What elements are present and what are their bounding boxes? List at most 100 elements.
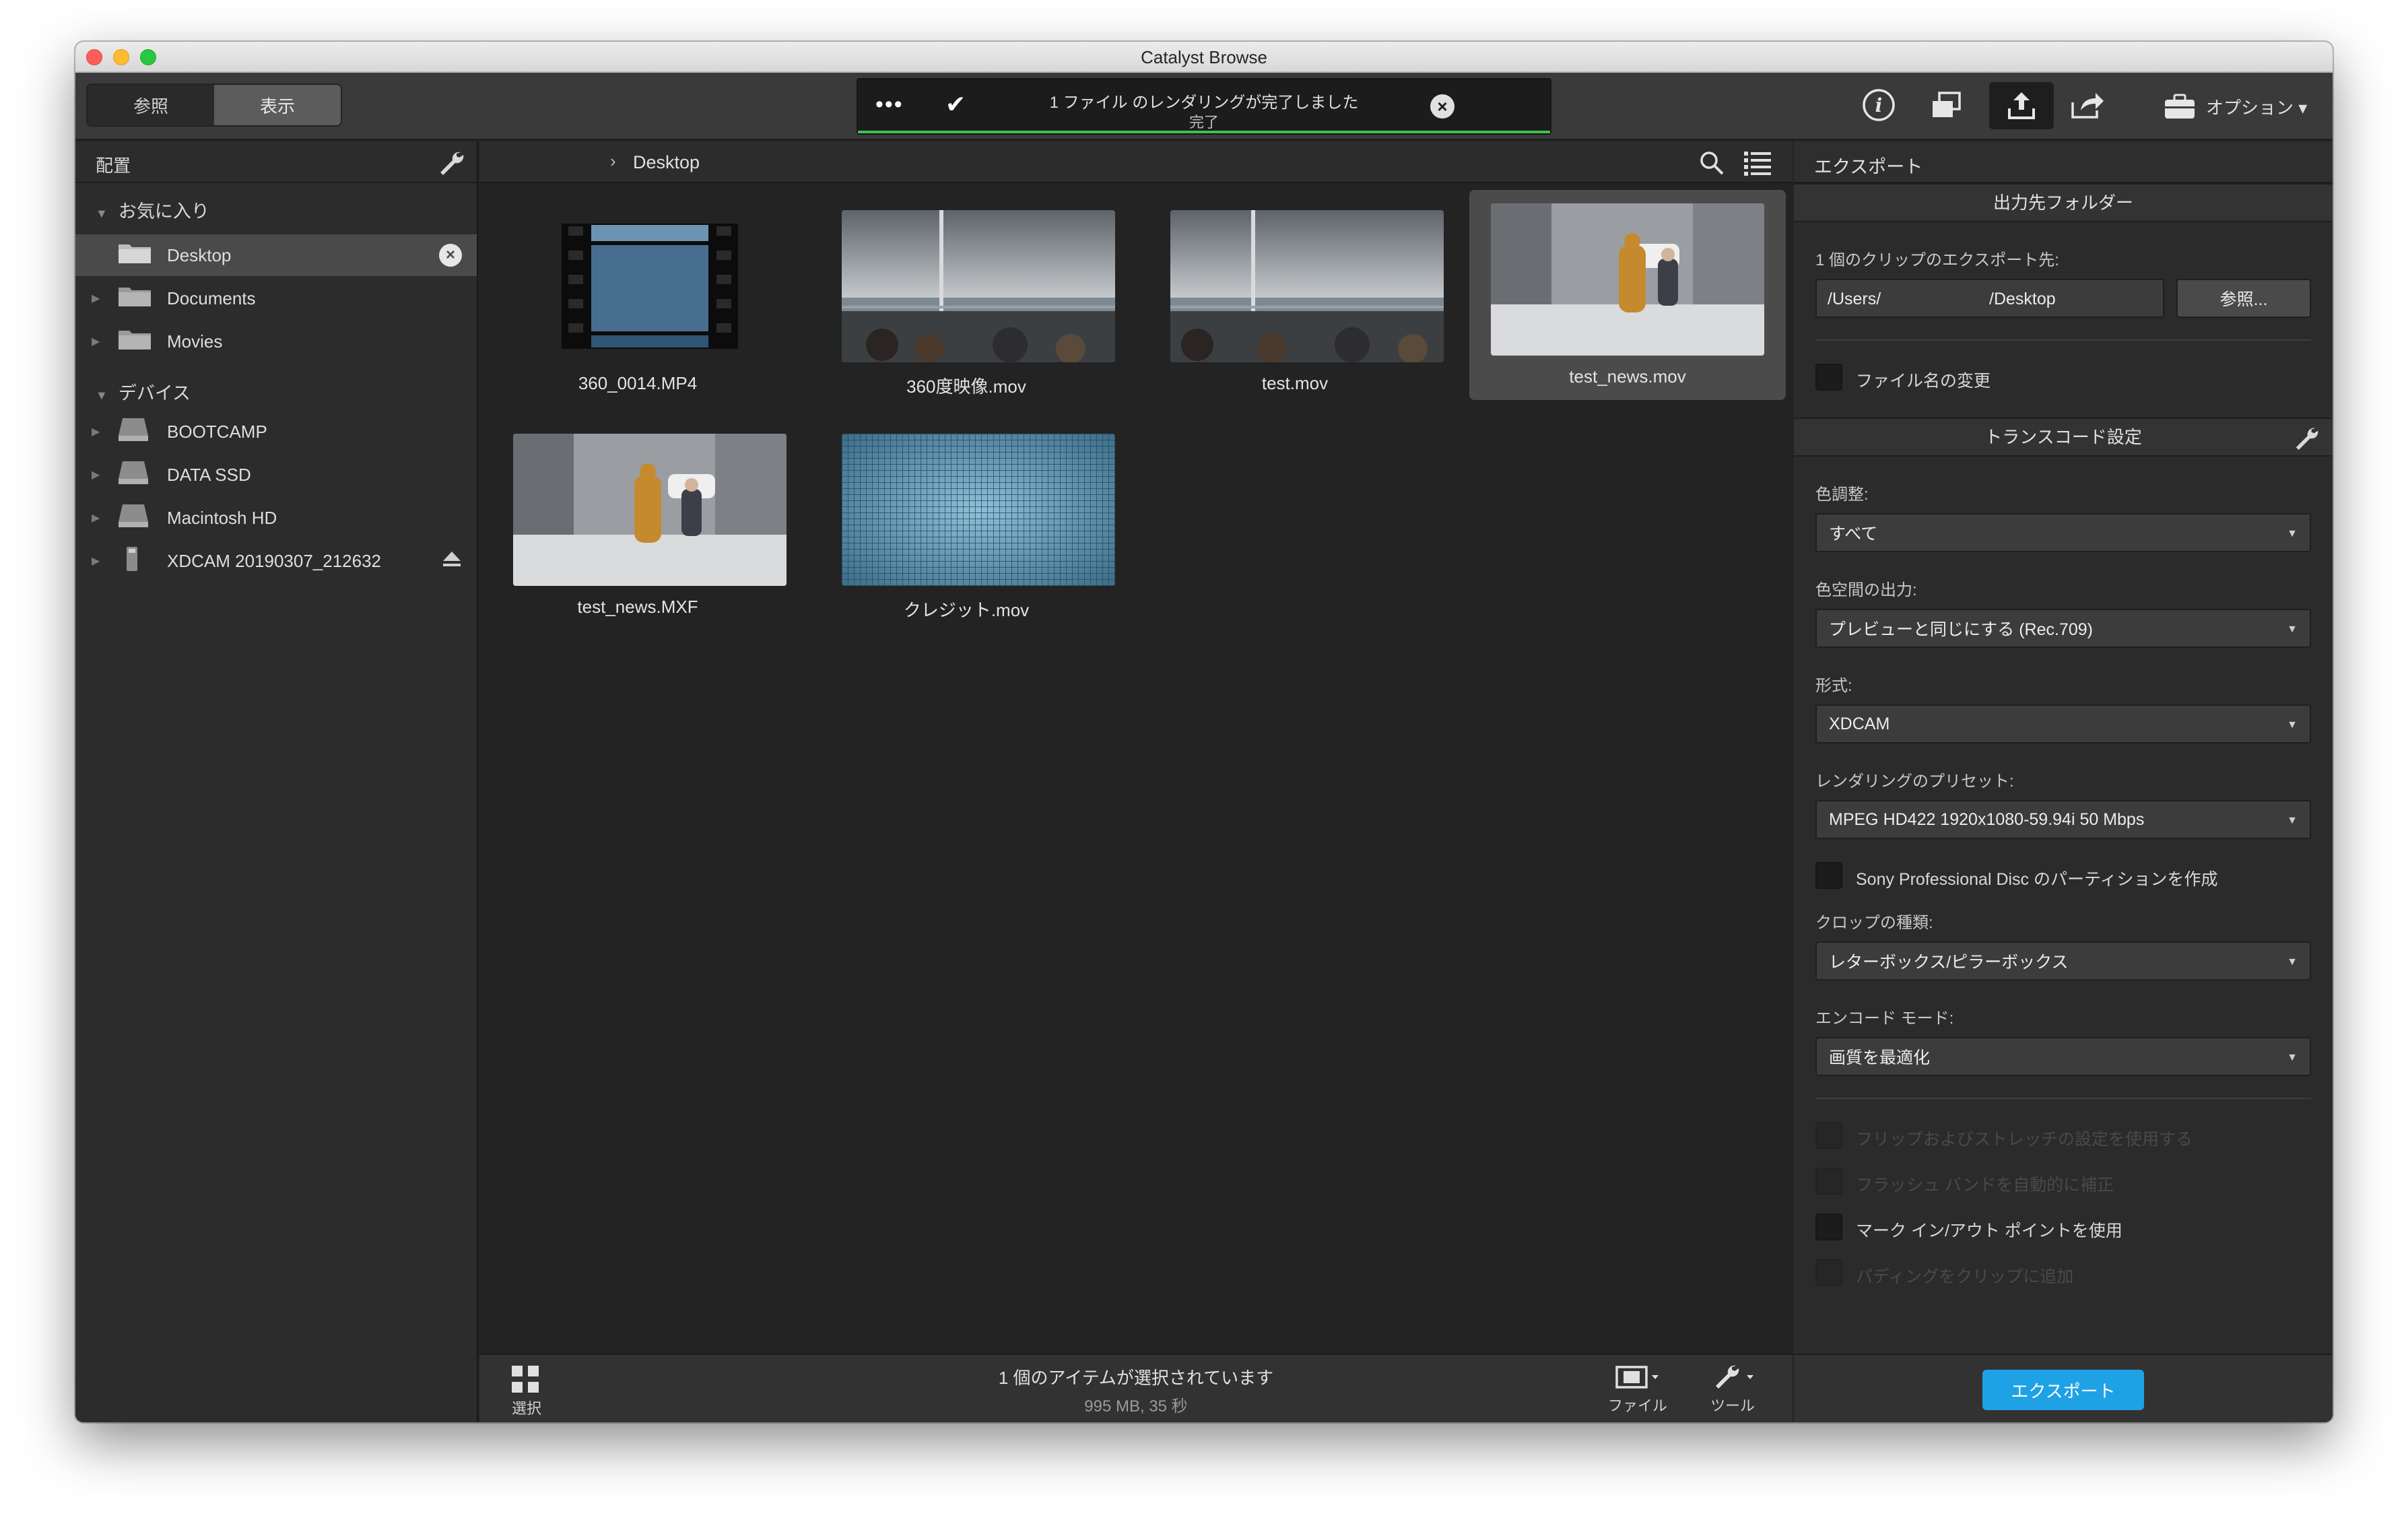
color-adjust-value: すべて	[1829, 525, 1878, 543]
color-space-select[interactable]: プレビューと同じにする (Rec.709) ▼	[1815, 609, 2311, 648]
sidebar-item-macintosh-hd[interactable]: ▶ Macintosh HD	[75, 497, 477, 539]
wrench-icon	[1716, 1365, 1753, 1389]
folder-icon	[117, 285, 152, 312]
snow-street-thumbnail	[1491, 203, 1764, 356]
windows-icon[interactable]	[1927, 86, 1965, 124]
devices-group[interactable]: ▼ デバイス	[96, 378, 191, 405]
color-space-label: 色空間の出力:	[1815, 581, 1917, 599]
dest-path-prefix: /Users/	[1828, 290, 1881, 308]
list-view-icon[interactable]	[1743, 149, 1772, 180]
flash-band-label: フラッシュ バンドを自動的に補正	[1856, 1176, 2114, 1195]
sidebar-item-label: Documents	[167, 288, 256, 308]
sidebar-item-movies[interactable]: ▶ Movies	[75, 321, 477, 362]
dropdown-arrow-icon: ▼	[2287, 956, 2298, 968]
share-icon[interactable]	[2067, 86, 2105, 124]
browse-button[interactable]: 参照...	[2176, 279, 2311, 318]
clip-tile-360-video[interactable]: 360度映像.mov	[808, 197, 1125, 407]
drive-icon	[117, 503, 149, 533]
view-mode-switch: 参照 表示	[86, 84, 342, 127]
sidebar-item-label: Desktop	[167, 244, 232, 265]
wrench-icon[interactable]	[438, 149, 465, 180]
dest-folder-section[interactable]: 出力先フォルダー	[1794, 183, 2333, 222]
export-panel-icon[interactable]	[1989, 82, 2054, 129]
sidebar-item-documents[interactable]: ▶ Documents	[75, 277, 477, 319]
favorites-label: お気に入り	[118, 201, 209, 222]
tab-browse[interactable]: 参照	[88, 85, 214, 125]
search-icon[interactable]	[1698, 149, 1725, 180]
preset-value: MPEG HD422 1920x1080-59.94i 50 Mbps	[1829, 809, 2145, 829]
clip-name: 360度映像.mov	[906, 376, 1026, 397]
file-label: ファイル	[1608, 1397, 1668, 1414]
transcode-section[interactable]: トランスコード設定	[1794, 418, 2333, 457]
color-space-value: プレビューと同じにする (Rec.709)	[1829, 620, 2093, 639]
mark-in-out-checkbox[interactable]	[1815, 1213, 1842, 1240]
disclosure-closed-icon[interactable]: ▶	[92, 425, 100, 438]
export-footer: エクスポート	[1794, 1354, 2333, 1422]
favorites-group[interactable]: ▼ お気に入り	[96, 197, 209, 223]
sidebar-item-desktop[interactable]: Desktop ×	[75, 234, 477, 276]
breadcrumb[interactable]: Desktop	[633, 152, 700, 173]
disclosure-closed-icon[interactable]: ▶	[92, 511, 100, 525]
partition-checkbox[interactable]	[1815, 862, 1842, 889]
tools-menu-button[interactable]: ツール	[1709, 1363, 1756, 1416]
flash-band-checkbox[interactable]	[1815, 1168, 1842, 1195]
mark-in-out-label: マーク イン/アウト ポイントを使用	[1856, 1222, 2122, 1240]
dismiss-status-icon[interactable]: ×	[1430, 94, 1454, 119]
dest-path-suffix: /Desktop	[1989, 290, 2056, 308]
padding-checkbox[interactable]	[1815, 1259, 1842, 1286]
wrench-icon[interactable]	[2294, 426, 2319, 463]
path-bar: › Desktop	[479, 141, 1793, 183]
encode-mode-value: 画質を最適化	[1829, 1049, 1931, 1067]
info-icon[interactable]: i	[1860, 86, 1898, 124]
tab-view[interactable]: 表示	[214, 85, 341, 125]
clip-tile-credit[interactable]: クレジット.mov	[808, 420, 1125, 630]
tools-label: ツール	[1710, 1397, 1755, 1414]
progress-bar	[858, 131, 1550, 133]
flip-stretch-checkbox[interactable]	[1815, 1122, 1842, 1149]
sidebar: 配置 ▼ お気に入り Desktop × ▶ Documents ▶ Movie…	[75, 141, 478, 1422]
divider	[1815, 1098, 2311, 1099]
sidebar-item-label: Movies	[167, 331, 223, 352]
rename-checkbox[interactable]	[1815, 364, 1842, 391]
encode-mode-select[interactable]: 画質を最適化 ▼	[1815, 1037, 2311, 1076]
sidebar-item-xdcam[interactable]: ▶ XDCAM 20190307_212632	[75, 540, 477, 582]
sidebar-title: 配置	[96, 156, 131, 176]
clip-tile-360-0014[interactable]: 360_0014.MP4	[479, 197, 796, 407]
rename-label: ファイル名の変更	[1856, 372, 1991, 391]
remove-favorite-icon[interactable]: ×	[439, 244, 462, 267]
format-select[interactable]: XDCAM ▼	[1815, 704, 2311, 743]
snow-street-thumbnail	[513, 434, 787, 586]
eject-icon[interactable]	[442, 550, 462, 572]
format-value: XDCAM	[1829, 714, 1890, 733]
breadcrumb-chevron-icon: ›	[610, 151, 616, 171]
folder-icon	[117, 242, 152, 269]
film-strip-icon	[1615, 1366, 1659, 1389]
crop-value: レターボックス/ピラーボックス	[1829, 953, 2069, 972]
disclosure-closed-icon[interactable]: ▶	[92, 292, 100, 305]
disclosure-closed-icon[interactable]: ▶	[92, 554, 100, 568]
selection-detail: 995 MB, 35 秒	[1084, 1397, 1188, 1416]
clip-tile-test-news-mov[interactable]: test_news.mov	[1469, 190, 1786, 400]
color-adjust-select[interactable]: すべて ▼	[1815, 513, 2311, 552]
disclosure-open-icon: ▼	[96, 207, 108, 220]
sidebar-item-label: Macintosh HD	[167, 507, 277, 528]
file-menu-button[interactable]: ファイル	[1608, 1363, 1667, 1416]
disclosure-closed-icon[interactable]: ▶	[92, 468, 100, 481]
options-menu[interactable]: オプション ▾	[2163, 93, 2307, 120]
dest-path-field[interactable]: /Users/ /Desktop	[1815, 279, 2164, 318]
folder-icon	[117, 328, 152, 356]
clip-name: test.mov	[1261, 373, 1329, 393]
export-button[interactable]: エクスポート	[1982, 1370, 2144, 1410]
disclosure-closed-icon[interactable]: ▶	[92, 335, 100, 348]
clip-tile-test-mov[interactable]: test.mov	[1137, 197, 1453, 407]
browser-status-bar: 選択 1 個のアイテムが選択されています 995 MB, 35 秒 ファイル ツ…	[479, 1354, 1793, 1422]
clip-tile-test-news-mxf[interactable]: test_news.MXF	[479, 420, 796, 630]
window-title: Catalyst Browse	[1141, 47, 1267, 67]
sidebar-item-data-ssd[interactable]: ▶ DATA SSD	[75, 454, 477, 496]
export-header: エクスポート	[1794, 141, 2333, 183]
file-browser: › Desktop 360_0014.MP4 360度映像.mov test.m…	[479, 141, 1793, 1422]
sidebar-item-bootcamp[interactable]: ▶ BOOTCAMP	[75, 411, 477, 453]
preset-select[interactable]: MPEG HD422 1920x1080-59.94i 50 Mbps ▼	[1815, 800, 2311, 839]
drive-icon	[117, 460, 149, 490]
crop-select[interactable]: レターボックス/ピラーボックス ▼	[1815, 941, 2311, 980]
